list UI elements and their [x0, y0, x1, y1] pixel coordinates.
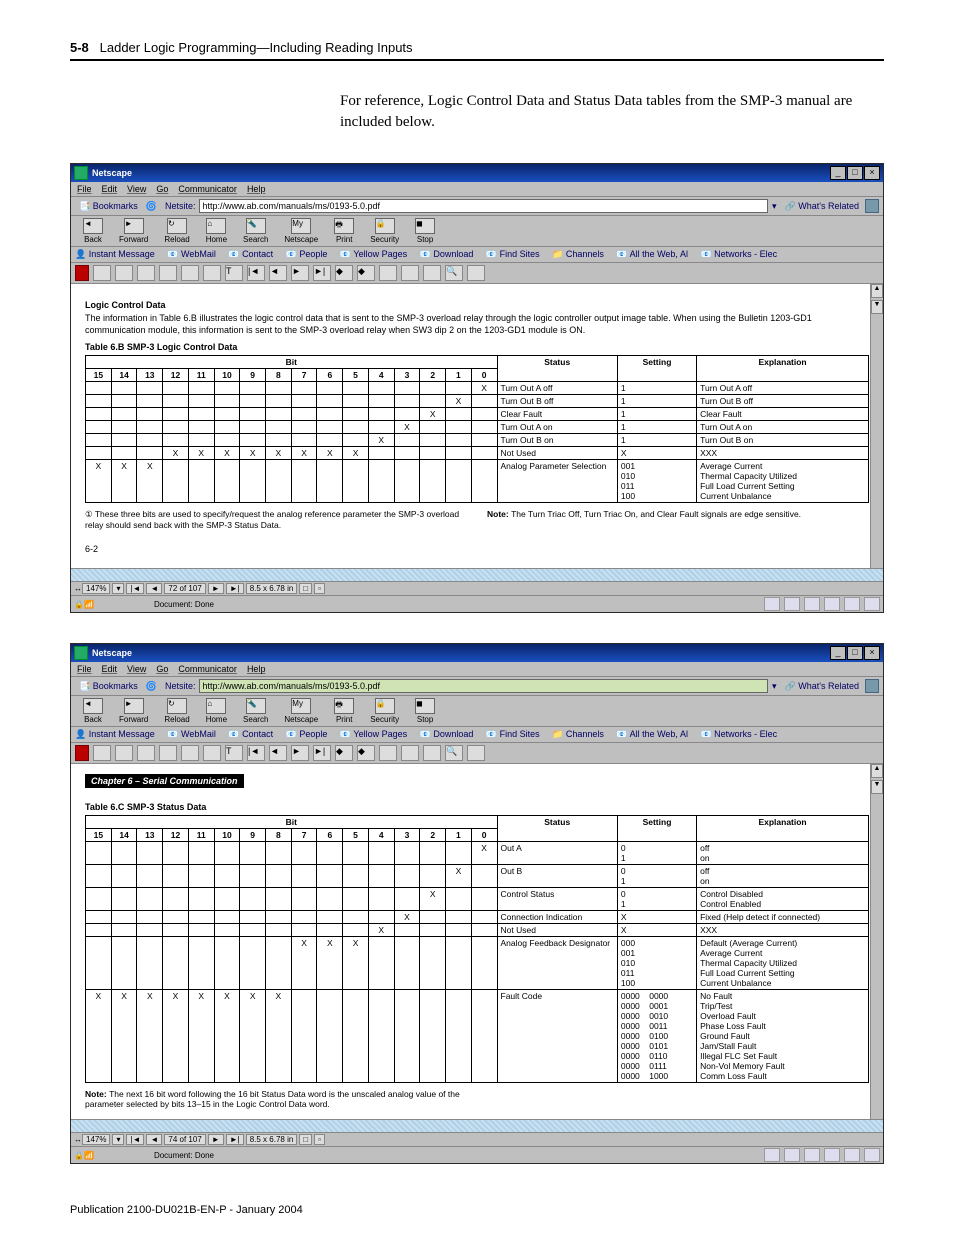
section-heading: Logic Control Data: [85, 300, 869, 310]
personal-toolbar[interactable]: 👤 Instant Message 📧 WebMail 📧 Contact 📧 …: [71, 247, 883, 263]
table-footnote: ① These three bits are used to specify/r…: [85, 509, 467, 530]
pdf-status-bar: ↔ 147%▾ |◄◄ 72 of 107 ►►| 8.5 x 6.78 in …: [71, 581, 883, 595]
table-caption: Table 6.C SMP-3 Status Data: [85, 802, 869, 812]
header-rule: [70, 59, 884, 61]
netscape-throbber-icon: [865, 199, 879, 213]
url-input[interactable]: [199, 199, 768, 213]
status-data-table: BitStatusSettingExplanation1514131211109…: [85, 815, 869, 1083]
window-buttons[interactable]: _□×: [829, 166, 880, 180]
chapter-header: Chapter 6 – Serial Communication: [85, 774, 244, 788]
page-header: 5-8 Ladder Logic Programming—Including R…: [70, 40, 413, 55]
home-button[interactable]: ⌂Home: [206, 218, 227, 244]
table-note: Note: The Turn Triac Off, Turn Triac On,…: [487, 509, 869, 530]
acrobat-icon: [75, 265, 89, 281]
browser-window-2: Netscape_□× FileEditViewGoCommunicatorHe…: [70, 643, 884, 1164]
print-button[interactable]: 🖶Print: [334, 218, 354, 244]
browser-status-bar: 🔒📶 Document: Done: [71, 595, 883, 612]
titlebar: Netscape _□×: [71, 164, 883, 182]
search-button[interactable]: 🔦Search: [243, 218, 268, 244]
window-title: Netscape: [92, 168, 829, 178]
forward-button[interactable]: ►Forward: [119, 218, 148, 244]
doc-page-number: 6-2: [85, 544, 869, 554]
v-scrollbar[interactable]: ▲▼: [870, 284, 883, 568]
stop-button[interactable]: ◼Stop: [415, 218, 435, 244]
location-bar: 📑 Bookmarks 🌀 Netsite: ▾ 🔗 What's Relate…: [71, 197, 883, 216]
browser-window-1: Netscape _□× FileEditViewGoCommunicatorH…: [70, 163, 884, 613]
netscape-icon: [74, 166, 88, 180]
publication-footer: Publication 2100-DU021B-EN-P - January 2…: [70, 1204, 884, 1216]
reload-button[interactable]: ↻Reload: [164, 218, 189, 244]
menu-bar[interactable]: FileEditViewGoCommunicatorHelp: [71, 182, 883, 197]
back-button[interactable]: ◄Back: [83, 218, 103, 244]
security-button[interactable]: 🔒Security: [370, 218, 399, 244]
intro-text: For reference, Logic Control Data and St…: [340, 91, 884, 133]
table-note: Note: The next 16 bit word following the…: [85, 1089, 465, 1109]
section-desc: The information in Table 6.B illustrates…: [85, 313, 869, 336]
h-scrollbar[interactable]: [71, 568, 883, 581]
logic-control-table: BitStatusSettingExplanation1514131211109…: [85, 355, 869, 503]
nav-toolbar: ◄Back ►Forward ↻Reload ⌂Home 🔦Search MyN…: [71, 216, 883, 247]
table-caption: Table 6.B SMP-3 Logic Control Data: [85, 342, 869, 352]
bookmarks-button[interactable]: 📑 Bookmarks: [79, 201, 138, 212]
pdf-toolbar[interactable]: T|◄◄►►| ◆◆ 🔍: [71, 263, 883, 284]
netscape-button[interactable]: MyNetscape: [284, 218, 318, 244]
whats-related[interactable]: 🔗 What's Related: [785, 201, 859, 212]
component-bar[interactable]: [764, 597, 880, 611]
